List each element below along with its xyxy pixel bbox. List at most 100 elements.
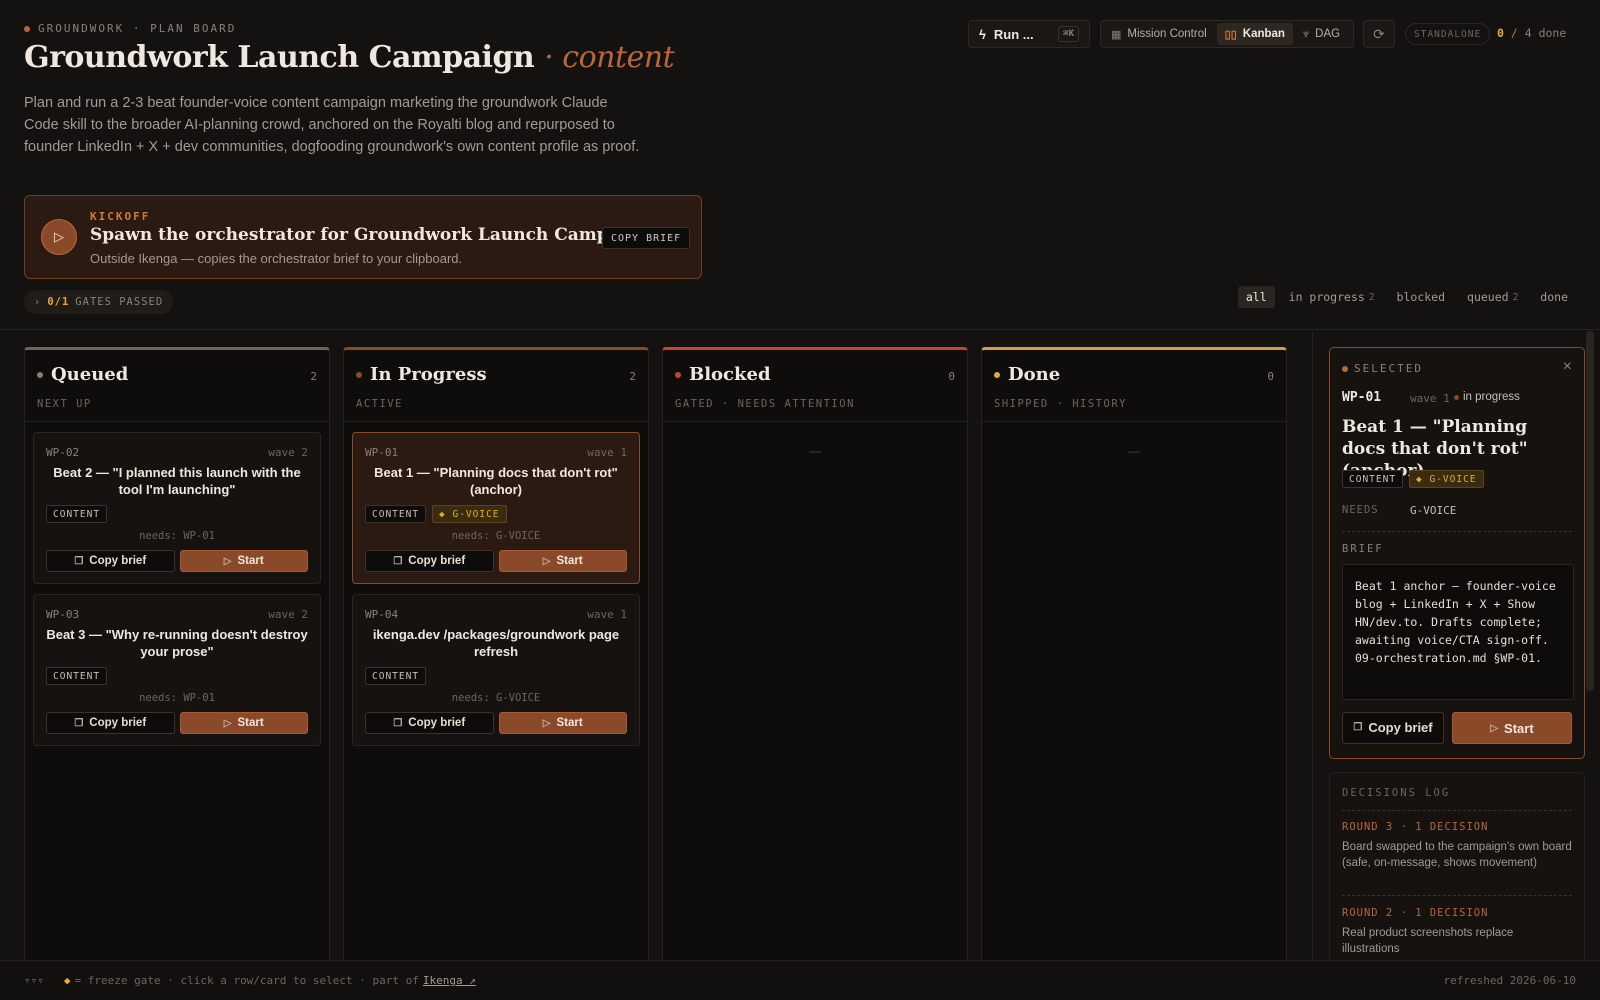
decision-round: ROUND 2 · 1 DECISION — [1342, 907, 1489, 919]
view-kanban[interactable]: ▯▯ Kanban — [1216, 23, 1293, 45]
tag-gate: ◆ G-VOICE — [432, 505, 507, 523]
gates-label: GATES PASSED — [75, 296, 164, 308]
start-button[interactable]: ▷ Start — [179, 712, 308, 734]
copy-brief-button[interactable]: ❐ Copy brief — [46, 712, 175, 734]
card-needs: needs: G-VOICE — [451, 692, 541, 704]
column-count: 2 — [310, 370, 317, 383]
start-button[interactable]: ▷ Start — [498, 712, 627, 734]
filter-done[interactable]: done — [1532, 286, 1576, 308]
column-header: In Progress 2 ACTIVE — [344, 350, 648, 422]
decision-round: ROUND 3 · 1 DECISION — [1342, 821, 1489, 833]
gates-summary[interactable]: › 0/1 GATES PASSED — [24, 290, 174, 314]
card-title: Beat 1 — "Planning docs that don't rot" … — [374, 465, 618, 497]
card-title: ikenga.dev /packages/groundwork page ref… — [372, 627, 620, 659]
column-blocked: Blocked 0 GATED · NEEDS ATTENTION — — [662, 347, 968, 987]
clipboard-icon: ❐ — [393, 555, 403, 567]
card-id: WP-02 — [46, 446, 80, 459]
gates-count: 0/1 — [47, 296, 70, 308]
card-wave: wave 1 — [587, 446, 627, 459]
status-dot — [24, 25, 30, 32]
column-dot — [994, 371, 1000, 378]
decision-text: Board swapped to the campaign's own boar… — [1342, 841, 1572, 869]
card-wave: wave 2 — [268, 446, 308, 459]
start-button[interactable]: ▷ Start — [498, 550, 627, 572]
play-icon: ▷ — [542, 555, 551, 567]
card-needs: needs: G-VOICE — [451, 530, 541, 542]
run-command-button[interactable]: ϟ Run ... ⌘K — [968, 20, 1090, 48]
column-empty: — — [809, 444, 821, 458]
copy-brief-button[interactable]: ❐ Copy brief — [365, 712, 494, 734]
columns-icon: ▯▯ — [1224, 28, 1237, 41]
clipboard-icon: ❐ — [1353, 722, 1363, 733]
brief-text: Beat 1 anchor — founder-voice blog + Lin… — [1342, 564, 1574, 700]
start-button[interactable]: ▷ Start — [179, 550, 308, 572]
ikenga-link[interactable]: Ikenga ↗ — [423, 974, 476, 987]
refreshed-timestamp: refreshed 2026-06-10 — [1443, 974, 1576, 987]
play-icon: ▷ — [223, 717, 232, 729]
page-title-profile: · content — [544, 40, 675, 75]
kickoff-copy-brief-button[interactable]: COPY BRIEF — [602, 227, 691, 249]
column-subtitle: ACTIVE — [356, 398, 403, 410]
page-description: Plan and run a 2-3 beat founder-voice co… — [24, 95, 640, 155]
column-header: Blocked 0 GATED · NEEDS ATTENTION — [663, 350, 967, 422]
filter-blocked[interactable]: blocked — [1389, 286, 1453, 308]
card-wp-03[interactable]: WP-03 wave 2 Beat 3 — "Why re-running do… — [33, 594, 321, 746]
tag-content: CONTENT — [1342, 470, 1404, 488]
refresh-button[interactable]: ⟳ — [1363, 20, 1395, 48]
status-dot — [1454, 394, 1459, 400]
copy-brief-button[interactable]: ❐ Copy brief — [46, 550, 175, 572]
clipboard-icon: ❐ — [74, 555, 84, 567]
filter-all[interactable]: all — [1237, 286, 1275, 308]
view-dag[interactable]: ⩔ DAG — [1295, 23, 1348, 45]
chevron-right-icon: › — [34, 296, 42, 308]
kickoff-label: KICKOFF — [90, 210, 151, 223]
selected-copy-brief-button[interactable]: ❐ Copy brief — [1342, 712, 1444, 744]
filter-in-progress[interactable]: in progress 2 — [1281, 286, 1383, 308]
card-id: WP-03 — [46, 608, 80, 621]
status-dot — [1342, 365, 1348, 372]
play-icon[interactable]: ▷ — [41, 219, 77, 255]
column-subtitle: SHIPPED · HISTORY — [994, 398, 1127, 410]
page-title: Groundwork Launch Campaign · content — [24, 40, 675, 75]
needs-value: G-VOICE — [1410, 504, 1457, 517]
selected-label: SELECTED — [1342, 362, 1423, 375]
play-icon: ▷ — [542, 717, 551, 729]
divider — [1342, 810, 1572, 811]
selected-card-panel: SELECTED × WP-01 wave 1 in progress Beat… — [1329, 347, 1585, 759]
column-queued: Queued 2 NEXT UP WP-02 wave 2 Beat 2 — "… — [24, 347, 330, 987]
breadcrumb: GROUNDWORK · PLAN BOARD — [24, 22, 236, 35]
view-mission-control[interactable]: ▦ Mission Control — [1103, 23, 1215, 45]
column-count: 0 — [1267, 370, 1274, 383]
refresh-icon: ⟳ — [1373, 25, 1385, 42]
tag-content: CONTENT — [46, 667, 108, 685]
card-wp-01[interactable]: WP-01 wave 1 Beat 1 — "Planning docs tha… — [352, 432, 640, 584]
column-count: 2 — [629, 370, 636, 383]
kickoff-subtitle: Outside Ikenga — copies the orchestrator… — [90, 251, 463, 266]
card-wp-02[interactable]: WP-02 wave 2 Beat 2 — "I planned this la… — [33, 432, 321, 584]
triangle-icons: ▿▿▿ — [24, 974, 44, 987]
diamond-icon: ◆ — [63, 974, 71, 987]
card-title: Beat 2 — "I planned this launch with the… — [53, 465, 301, 497]
card-needs: needs: WP-01 — [139, 530, 215, 542]
card-id: WP-01 — [365, 446, 399, 459]
copy-brief-button[interactable]: ❐ Copy brief — [365, 550, 494, 572]
decision-text: Real product screenshots replace illustr… — [1342, 927, 1514, 955]
card-wave: wave 2 — [268, 608, 308, 621]
clipboard-icon: ❐ — [74, 717, 84, 729]
clipboard-icon: ❐ — [393, 717, 403, 729]
tag-content: CONTENT — [365, 667, 427, 685]
graph-icon: ⩔ — [1302, 27, 1310, 40]
filter-queued[interactable]: queued 2 — [1459, 286, 1526, 308]
selected-id: WP-01 — [1342, 390, 1382, 405]
selected-status: in progress — [1454, 391, 1520, 403]
brief-label: BRIEF — [1342, 543, 1384, 555]
done-counter: 0 / 4 done — [1497, 26, 1567, 40]
card-wp-04[interactable]: WP-04 wave 1 ikenga.dev /packages/ground… — [352, 594, 640, 746]
card-wave: wave 1 — [587, 608, 627, 621]
card-title: Beat 3 — "Why re-running doesn't destroy… — [46, 627, 308, 659]
decisions-log-title: DECISIONS LOG — [1342, 787, 1451, 799]
card-id: WP-04 — [365, 608, 399, 621]
close-icon[interactable]: × — [1563, 358, 1572, 376]
sidebar-scrollbar[interactable] — [1586, 331, 1594, 691]
selected-start-button[interactable]: ▷ Start — [1452, 712, 1572, 744]
